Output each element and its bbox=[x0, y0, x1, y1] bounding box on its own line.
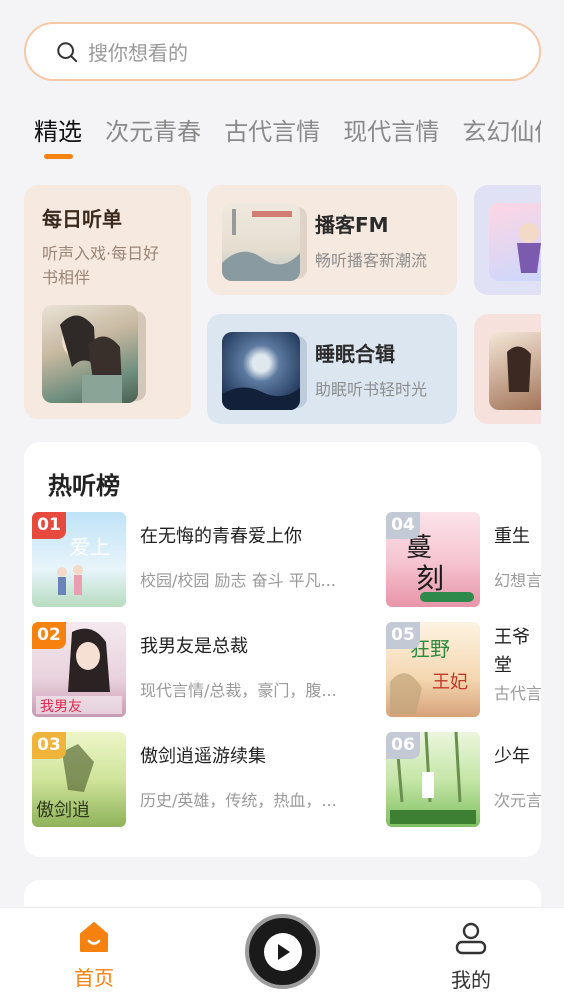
nav-mine-label: 我的 bbox=[451, 968, 491, 992]
podcast-card[interactable]: 播客FM 畅听播客新潮流 bbox=[207, 185, 457, 295]
book-tags: 古代言 bbox=[494, 684, 541, 703]
rank-badge: 02 bbox=[32, 622, 66, 649]
partial-cover-2 bbox=[489, 332, 541, 410]
daily-cover bbox=[42, 305, 146, 403]
list-item[interactable]: 06 少年 次元言 bbox=[386, 732, 541, 827]
book-title: 傲剑逍遥游续集 bbox=[140, 746, 266, 767]
user-icon bbox=[455, 922, 487, 955]
rank-badge: 06 bbox=[386, 732, 420, 759]
tab-featured[interactable]: 精选 bbox=[34, 112, 82, 159]
tab-youth[interactable]: 次元青春 bbox=[105, 112, 201, 147]
sleep-title: 睡眠合辑 bbox=[315, 342, 395, 366]
partial-card-1[interactable] bbox=[474, 185, 541, 295]
nav-mine[interactable]: 我的 bbox=[426, 920, 516, 993]
daily-subtitle: 听声入戏·每日好书相伴 bbox=[42, 244, 160, 287]
tab-fantasy[interactable]: 玄幻仙侠 bbox=[462, 112, 541, 147]
hot-list-title: 热听榜 bbox=[48, 472, 120, 500]
rank-badge: 01 bbox=[32, 512, 66, 539]
list-item[interactable]: 我男友 02 我男友是总裁 现代言情/总裁，豪门，腹... bbox=[32, 622, 362, 717]
sleep-card[interactable]: 睡眠合辑 助眠听书轻时光 bbox=[207, 314, 457, 424]
book-title: 在无悔的青春爱上你 bbox=[140, 526, 302, 547]
sleep-subtitle: 助眠听书轻时光 bbox=[315, 380, 428, 399]
hot-list-section: 热听榜 爱上 01 在无悔的青春爱上你 校园/校园 励志 奋斗 平凡... 我男… bbox=[24, 442, 541, 857]
book-tags: 幻想言 bbox=[494, 571, 541, 590]
book-title: 王爷堂 bbox=[494, 627, 530, 676]
podcast-subtitle: 畅听播客新潮流 bbox=[315, 251, 428, 270]
partial-cover-1 bbox=[489, 203, 541, 281]
nav-home[interactable]: 首页 bbox=[49, 920, 139, 991]
home-icon bbox=[80, 922, 108, 952]
list-item[interactable]: 傲剑逍 03 傲剑逍遥游续集 历史/英雄，传统，热血，... bbox=[32, 732, 362, 827]
player-button[interactable] bbox=[245, 914, 320, 989]
book-tags: 现代言情/总裁，豪门，腹... bbox=[140, 681, 337, 700]
svg-text:我男友: 我男友 bbox=[40, 699, 82, 715]
search-bar[interactable]: 搜你想看的 bbox=[24, 22, 541, 81]
play-icon bbox=[263, 932, 302, 971]
nav-home-label: 首页 bbox=[74, 966, 114, 990]
tab-modern-romance[interactable]: 现代言情 bbox=[343, 112, 439, 147]
svg-text:王妃: 王妃 bbox=[432, 672, 468, 693]
book-title: 我男友是总裁 bbox=[140, 636, 248, 657]
svg-text:刻: 刻 bbox=[416, 562, 444, 595]
daily-title: 每日听单 bbox=[42, 207, 122, 231]
daily-playlist-card[interactable]: 每日听单 听声入戏·每日好书相伴 bbox=[24, 185, 191, 419]
search-placeholder: 搜你想看的 bbox=[88, 41, 188, 65]
podcast-title: 播客FM bbox=[315, 213, 389, 237]
list-item[interactable]: 爱上 01 在无悔的青春爱上你 校园/校园 励志 奋斗 平凡... bbox=[32, 512, 362, 607]
book-title: 重生 bbox=[494, 526, 530, 547]
book-tags: 历史/英雄，传统，热血，... bbox=[140, 791, 337, 810]
partial-card-2[interactable] bbox=[474, 314, 541, 424]
podcast-cover bbox=[222, 203, 300, 281]
search-icon bbox=[57, 41, 78, 62]
feature-cards: 每日听单 听声入戏·每日好书相伴 播客FM 畅听播客新潮流 睡眠合辑 助眠听书轻… bbox=[24, 185, 541, 425]
book-tags: 次元言 bbox=[494, 791, 541, 810]
svg-text:傲剑逍: 傲剑逍 bbox=[36, 800, 90, 821]
svg-text:爱上: 爱上 bbox=[70, 535, 110, 559]
book-tags: 校园/校园 励志 奋斗 平凡... bbox=[140, 571, 336, 590]
tab-ancient-romance[interactable]: 古代言情 bbox=[224, 112, 320, 147]
list-item[interactable]: 狂野 王妃 05 王爷堂 古代言 bbox=[386, 622, 541, 717]
rank-badge: 05 bbox=[386, 622, 420, 649]
category-tabs: 精选 次元青春 古代言情 现代言情 玄幻仙侠 bbox=[34, 112, 541, 162]
rank-badge: 03 bbox=[32, 732, 66, 759]
rank-badge: 04 bbox=[386, 512, 420, 539]
sleep-cover bbox=[222, 332, 300, 410]
bottom-nav: 首页 我的 bbox=[0, 907, 564, 1001]
book-title: 少年 bbox=[494, 746, 530, 767]
list-item[interactable]: 蔓 刻 04 重生 幻想言 bbox=[386, 512, 541, 607]
